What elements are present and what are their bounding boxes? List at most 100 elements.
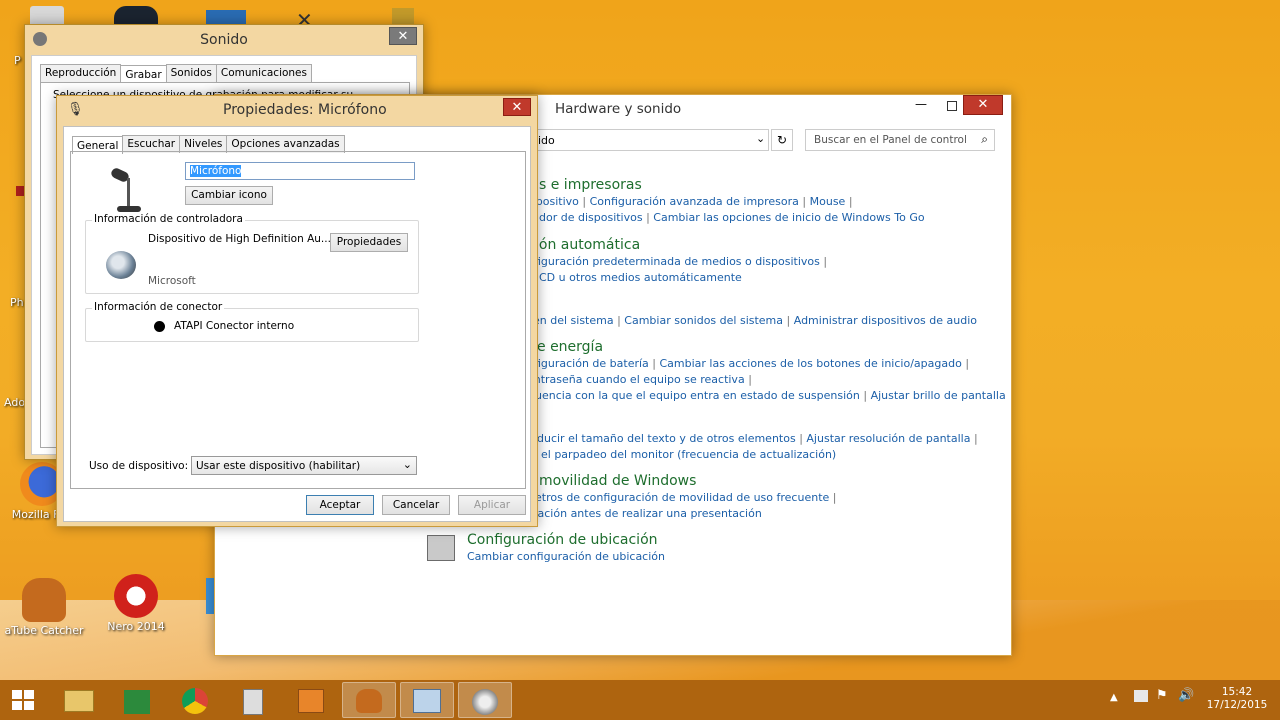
speaker-icon: [33, 32, 47, 46]
start-button[interactable]: [12, 690, 36, 712]
controller-group-title: Información de controladora: [92, 213, 245, 225]
search-input[interactable]: Buscar en el Panel de control ⌕: [805, 129, 995, 151]
taskbar-chrome[interactable]: [168, 682, 222, 718]
microphone-small-icon: 🎙: [67, 102, 84, 117]
link-mobility-settings[interactable]: etros de configuración de movilidad de u…: [535, 491, 829, 504]
battery-icon[interactable]: [1134, 690, 1148, 702]
device-usage-label: Uso de dispositivo:: [89, 460, 189, 472]
link-system-sounds[interactable]: Cambiar sonidos del sistema: [624, 314, 783, 327]
link-windows-to-go[interactable]: Cambiar las opciones de inicio de Window…: [653, 211, 924, 224]
microphone-icon: [107, 166, 155, 214]
search-icon: ⌕: [981, 132, 988, 146]
change-icon-button[interactable]: Cambiar icono: [185, 186, 273, 205]
sound-icon: [472, 689, 498, 715]
taskbar: ▲ ⚑ 🔊 15:42 17/12/2015: [0, 680, 1280, 720]
taskbar-atube[interactable]: [342, 682, 396, 718]
section-heading-autoplay[interactable]: ión automática: [535, 237, 640, 253]
cancel-button[interactable]: Cancelar: [382, 495, 450, 515]
tab-sonidos[interactable]: Sonidos: [165, 64, 217, 82]
taskbar-file-explorer[interactable]: [52, 682, 106, 718]
chevron-up-icon[interactable]: ▲: [1110, 692, 1118, 703]
link-location-settings[interactable]: Cambiar configuración de ubicación: [467, 550, 665, 563]
desktop-icon-label: Nero 2014: [107, 620, 165, 633]
link-resolution[interactable]: Ajustar resolución de pantalla: [806, 432, 970, 445]
tab-comunicaciones[interactable]: Comunicaciones: [215, 64, 312, 82]
properties-close-button[interactable]: ✕: [503, 98, 531, 116]
connector-info-group: Información de conector ATAPI Conector i…: [85, 301, 419, 342]
desktop-icon-label: aTube Catcher: [4, 624, 84, 637]
taskbar-sound[interactable]: [458, 682, 512, 718]
controller-vendor: Microsoft: [148, 275, 196, 287]
section-heading-power[interactable]: e energía: [537, 339, 603, 355]
maximize-button[interactable]: [947, 101, 957, 111]
link-power-buttons[interactable]: Cambiar las acciones de los botones de i…: [660, 357, 962, 370]
section-line: ispositivo | Configuración avanzada de i…: [527, 195, 853, 208]
link-refresh-rate[interactable]: el parpadeo del monitor (frecuencia de a…: [541, 448, 836, 461]
device-name-input[interactable]: Micrófono: [185, 162, 415, 180]
link-brightness[interactable]: Ajustar brillo de pantalla: [871, 389, 1006, 402]
catcher-glove-icon: [356, 689, 382, 713]
controller-device: Dispositivo de High Definition Au...: [148, 233, 331, 245]
link-autoplay-cd[interactable]: CD u otros medios automáticamente: [539, 271, 742, 284]
properties-dialog: 🎙 Propiedades: Micrófono ✕ General Escuc…: [56, 95, 538, 527]
tab-reproduccion[interactable]: Reproducción: [40, 64, 122, 82]
tab-grabar[interactable]: Grabar: [120, 65, 167, 83]
link-battery-config[interactable]: nfiguración de batería: [527, 357, 649, 370]
sonido-tabs: Reproducción Grabar Sonidos Comunicacion…: [40, 64, 312, 83]
controller-properties-button[interactable]: Propiedades: [330, 233, 408, 252]
control-panel-close-button[interactable]: ✕: [963, 95, 1003, 115]
refresh-icon[interactable]: ↻: [771, 129, 793, 151]
properties-titlebar[interactable]: 🎙 Propiedades: Micrófono ✕: [57, 96, 537, 126]
section-line: CD u otros medios automáticamente: [539, 271, 742, 284]
connector-group-title: Información de conector: [92, 301, 225, 313]
desktop-fragment-ado: Ado: [4, 396, 26, 409]
sonido-titlebar[interactable]: Sonido ✕: [25, 25, 423, 55]
address-text: ido: [538, 134, 555, 147]
link-password-wake[interactable]: ontraseña cuando el equipo se reactiva: [527, 373, 745, 386]
section-heading-devices[interactable]: s e impresoras: [539, 177, 642, 193]
minimize-button[interactable]: —: [915, 97, 927, 111]
link-audio-devices[interactable]: Administrar dispositivos de audio: [794, 314, 977, 327]
taskbar-media[interactable]: [284, 682, 338, 718]
control-panel-icon: [413, 689, 441, 713]
link-printer-config[interactable]: Configuración avanzada de impresora: [590, 195, 799, 208]
properties-body: General Escuchar Niveles Opciones avanza…: [63, 126, 531, 522]
section-heading-mobility[interactable]: movilidad de Windows: [539, 473, 696, 489]
section-heading-location[interactable]: Configuración de ubicación: [467, 532, 658, 548]
desktop-icon-nero[interactable]: Nero 2014: [96, 574, 176, 633]
folder-icon: [64, 690, 94, 712]
media-player-icon: [298, 689, 324, 713]
location-settings-icon: [427, 535, 455, 561]
controller-info-group: Información de controladora Dispositivo …: [85, 213, 419, 294]
sonido-close-button[interactable]: ✕: [389, 27, 417, 45]
desktop-icon-atube[interactable]: aTube Catcher: [4, 578, 84, 637]
chevron-down-icon: ⌄: [402, 458, 412, 471]
link-device-manager[interactable]: dor de dispositivos: [539, 211, 643, 224]
link-mouse[interactable]: Mouse: [810, 195, 846, 208]
network-error-icon[interactable]: ⚑: [1156, 688, 1168, 703]
link-presentation[interactable]: ración antes de realizar una presentació…: [533, 507, 762, 520]
nero-icon: [114, 574, 158, 618]
apply-button[interactable]: Aplicar: [458, 495, 526, 515]
link-text-size[interactable]: ducir el tamaño del texto y de otros ele…: [537, 432, 796, 445]
taskbar-store[interactable]: [110, 682, 164, 718]
general-tab-panel: Micrófono Cambiar icono Información de c…: [70, 151, 526, 489]
properties-title: Propiedades: Micrófono: [223, 102, 387, 118]
desktop-fragment-ph: Ph: [10, 296, 24, 309]
connector-color-dot: [154, 321, 165, 332]
link-system-volume[interactable]: en del sistema: [533, 314, 614, 327]
ok-button[interactable]: Aceptar: [306, 495, 374, 515]
calculator-icon: [243, 689, 263, 715]
volume-icon[interactable]: 🔊: [1178, 688, 1194, 703]
section-line: dor de dispositivos | Cambiar las opcion…: [539, 211, 925, 224]
clock[interactable]: 15:42 17/12/2015: [1200, 686, 1274, 712]
taskbar-calculator[interactable]: [226, 682, 280, 718]
catcher-glove-icon: [22, 578, 66, 622]
link-autoplay-default[interactable]: nfiguración predeterminada de medios o d…: [527, 255, 820, 268]
chevron-down-icon[interactable]: ⌄: [756, 132, 765, 145]
search-placeholder: Buscar en el Panel de control: [814, 134, 967, 146]
link-sleep-frequency[interactable]: cuencia con la que el equipo entra en es…: [529, 389, 860, 402]
device-usage-select[interactable]: Usar este dispositivo (habilitar) ⌄: [191, 456, 417, 475]
connector-value: ATAPI Conector interno: [174, 320, 295, 332]
taskbar-control-panel[interactable]: [400, 682, 454, 718]
